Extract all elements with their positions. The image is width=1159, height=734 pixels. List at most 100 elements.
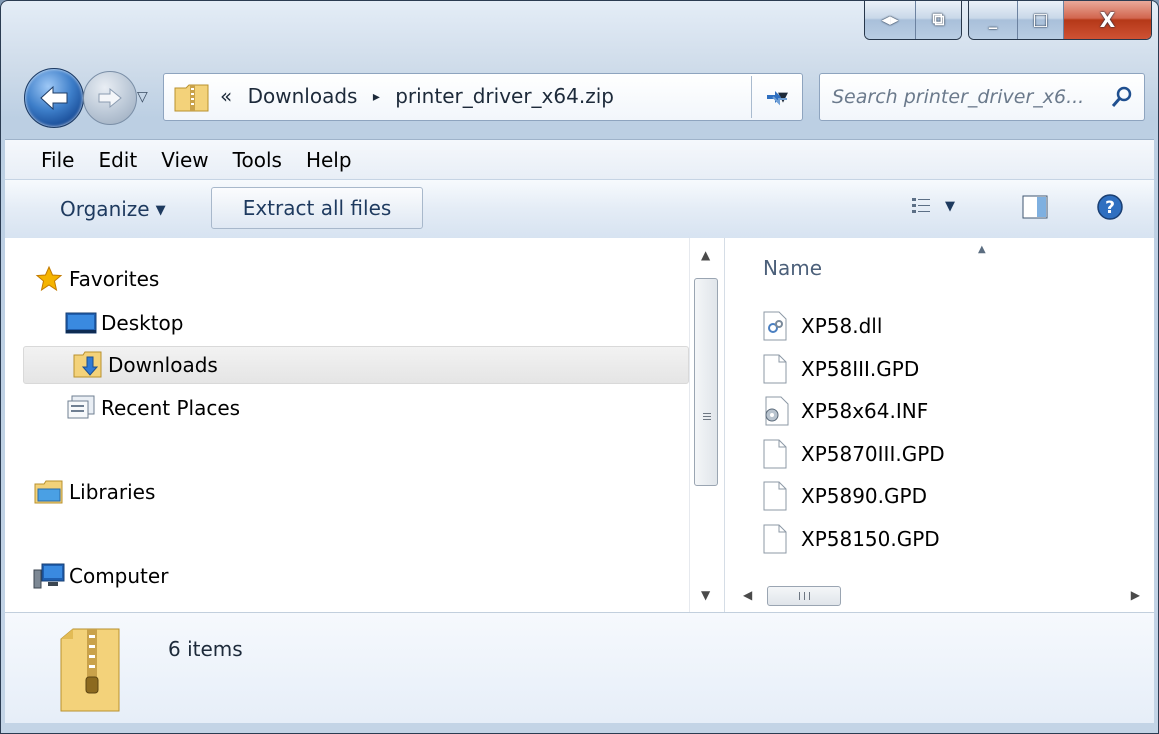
breadcrumb-separator[interactable]: ▸ (373, 89, 380, 105)
maximize-button[interactable]: □ (1017, 1, 1063, 39)
blank-file-icon (763, 481, 801, 511)
refresh-icon (766, 91, 787, 106)
back-button[interactable] (24, 68, 84, 128)
switch-group: ◂▸ ⧉ (864, 1, 962, 40)
file-row[interactable]: XP5870III.GPD (763, 434, 945, 474)
nav-favorites[interactable]: Favorites (29, 260, 159, 298)
nav-downloads[interactable]: Downloads (23, 346, 689, 384)
breadcrumb-overflow[interactable]: « (220, 84, 232, 108)
file-row[interactable]: XP5890.GPD (763, 476, 927, 516)
breadcrumb-downloads[interactable]: Downloads (248, 84, 358, 108)
file-row[interactable]: XP58150.GPD (763, 519, 940, 559)
nav-desktop[interactable]: Desktop (61, 304, 183, 342)
file-name: XP58150.GPD (801, 527, 940, 551)
chevron-down-icon: ▼ (155, 203, 166, 218)
nav-recent-places[interactable]: Recent Places (61, 389, 240, 427)
libraries-icon (29, 479, 69, 505)
computer-icon (29, 562, 69, 590)
refresh-button[interactable] (751, 76, 801, 118)
organize-button[interactable]: Organize ▼ (60, 197, 166, 221)
menu-help[interactable]: Help (296, 148, 366, 172)
star-icon (29, 265, 69, 293)
column-header-name[interactable]: Name (763, 256, 822, 280)
dll-file-icon (763, 311, 801, 341)
forward-arrow-icon (98, 87, 122, 109)
nav-downloads-label: Downloads (108, 353, 218, 377)
item-count: 6 items (168, 637, 243, 661)
file-name: XP5870III.GPD (801, 442, 945, 466)
menu-view[interactable]: View (151, 148, 222, 172)
change-view-button[interactable]: ▼ (911, 197, 955, 215)
command-bar: Organize ▼ Extract all files ▼ ? (5, 179, 1154, 239)
forward-button[interactable] (83, 71, 137, 125)
file-row[interactable]: XP58x64.INF (763, 391, 928, 431)
h-scroll-thumb[interactable] (767, 586, 841, 606)
inf-file-icon (763, 396, 801, 426)
zip-folder-icon (60, 628, 120, 712)
nav-libraries[interactable]: Libraries (29, 473, 155, 511)
nav-libraries-label: Libraries (69, 480, 156, 504)
search-box[interactable]: Search printer_driver_x6... (819, 73, 1145, 121)
chevron-down-icon: ▼ (945, 198, 955, 214)
snap-button[interactable]: ⧉ (915, 1, 961, 39)
svg-text:?: ? (1105, 198, 1115, 218)
explorer-window: ◂▸ ⧉ _ □ X ▽ « Downloads ▸ printer_drive… (0, 0, 1159, 734)
menu-bar: File Edit View Tools Help (5, 139, 1154, 180)
zip-folder-icon (174, 84, 209, 112)
scroll-left-arrow-icon[interactable]: ◀ (743, 588, 752, 602)
recent-places-icon (61, 395, 101, 421)
recent-pages-dropdown[interactable]: ▽ (137, 89, 148, 105)
address-bar[interactable]: « Downloads ▸ printer_driver_x64.zip ▼ (163, 73, 803, 121)
sort-ascending-icon: ▲ (978, 244, 986, 255)
grip-icon (703, 411, 711, 422)
back-arrow-icon (40, 85, 68, 111)
help-icon: ? (1097, 194, 1123, 220)
scroll-down-arrow-icon[interactable]: ▼ (701, 588, 710, 602)
file-list-pane: ▲ Name XP58.dll XP58III.GPD XP58x64.INF (724, 238, 1154, 612)
desktop-icon (61, 311, 101, 335)
minimize-button[interactable]: _ (969, 1, 1017, 39)
nav-scroll-thumb[interactable] (694, 278, 718, 486)
scroll-right-arrow-icon[interactable]: ▶ (1131, 588, 1140, 602)
extract-all-button[interactable]: Extract all files (211, 187, 423, 229)
nav-computer[interactable]: Computer (29, 557, 168, 595)
file-name: XP58.dll (801, 314, 883, 338)
organize-label: Organize (60, 197, 150, 221)
preview-pane-icon (1022, 195, 1048, 219)
content-area: Favorites Desktop Downloads Recent Place… (5, 238, 1154, 612)
close-button[interactable]: X (1063, 1, 1151, 39)
file-name: XP5890.GPD (801, 484, 927, 508)
switch-windows-button[interactable]: ◂▸ (865, 1, 915, 39)
menu-file[interactable]: File (5, 148, 88, 172)
close-icon: X (1099, 8, 1116, 32)
nav-desktop-label: Desktop (101, 311, 184, 335)
search-input[interactable]: Search printer_driver_x6... (832, 86, 1084, 108)
nav-computer-label: Computer (69, 564, 169, 588)
details-view-icon (912, 198, 930, 213)
blank-file-icon (763, 354, 801, 384)
nav-scrollbar[interactable]: ▲ ▼ (689, 238, 724, 612)
file-name: XP58x64.INF (801, 399, 929, 423)
details-pane: 6 items (5, 612, 1154, 723)
search-icon[interactable] (1110, 85, 1134, 109)
menu-tools[interactable]: Tools (223, 148, 296, 172)
blank-file-icon (763, 439, 801, 469)
breadcrumb: « Downloads ▸ printer_driver_x64.zip (220, 84, 623, 108)
file-name: XP58III.GPD (801, 357, 920, 381)
breadcrumb-zip[interactable]: printer_driver_x64.zip (395, 84, 614, 108)
window-controls: _ □ X (968, 1, 1152, 40)
switch-icon: ◂▸ (881, 10, 899, 30)
file-list-hscrollbar[interactable]: ◀ ▶ (725, 582, 1154, 612)
navigation-row: ▽ « Downloads ▸ printer_driver_x64.zip ▼ (1, 63, 1158, 135)
scroll-up-arrow-icon[interactable]: ▲ (701, 248, 710, 262)
file-row[interactable]: XP58III.GPD (763, 349, 919, 389)
navigation-pane: Favorites Desktop Downloads Recent Place… (5, 238, 724, 612)
caption-buttons: ◂▸ ⧉ _ □ X (858, 1, 1152, 41)
preview-pane-button[interactable] (1022, 195, 1048, 223)
nav-favorites-label: Favorites (69, 267, 160, 291)
file-row[interactable]: XP58.dll (763, 306, 882, 346)
menu-edit[interactable]: Edit (88, 148, 151, 172)
help-button[interactable]: ? (1096, 193, 1124, 225)
nav-recent-places-label: Recent Places (101, 396, 241, 420)
restore-icon: ⧉ (932, 10, 945, 30)
